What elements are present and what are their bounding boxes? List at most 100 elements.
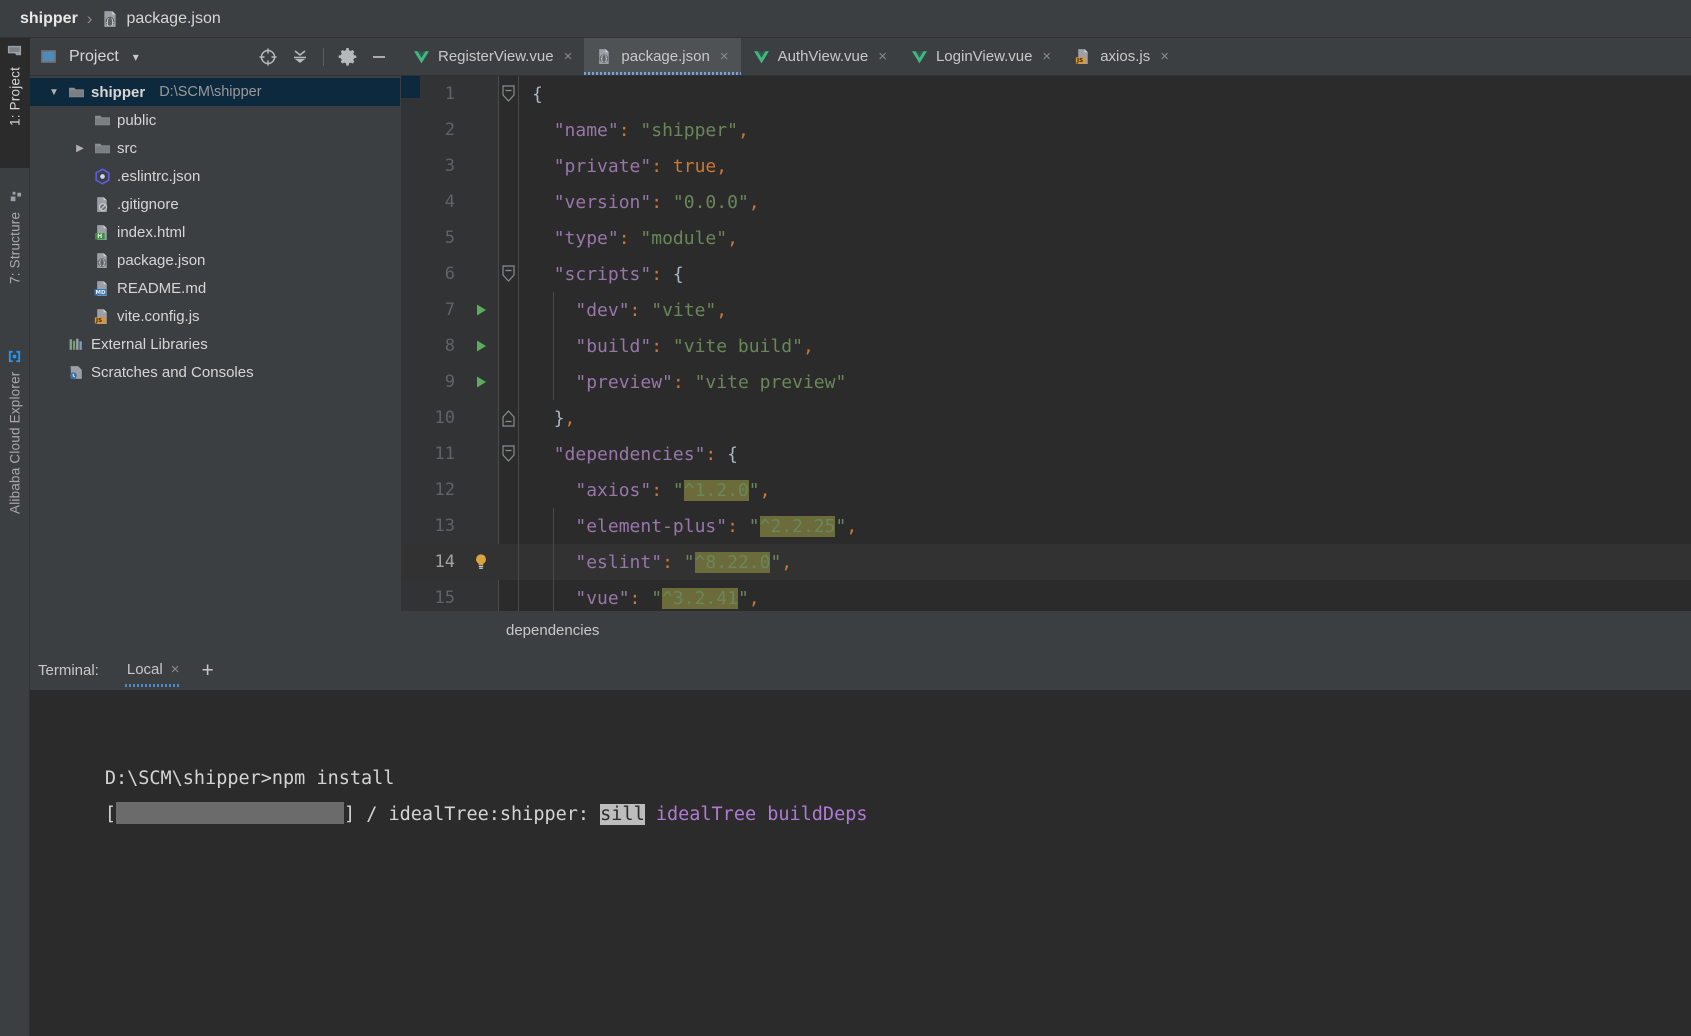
svg-text:MD: MD xyxy=(95,290,105,296)
chevron-down-icon[interactable]: ▾ xyxy=(133,50,139,64)
project-tool-window: Project ▾ ▼ shipper D:\SCM\shipper public ▶ s… xyxy=(30,38,400,650)
code-line: 9 "preview": "vite preview" xyxy=(401,364,1691,400)
project-view-icon xyxy=(40,48,57,65)
code-token: ^8.22.0 xyxy=(694,551,771,573)
tree-item-eslintrc-json[interactable]: .eslintrc.json xyxy=(30,162,400,190)
close-icon[interactable]: × xyxy=(564,48,573,65)
code-line: 1{ xyxy=(401,76,1691,112)
html-file-icon: H xyxy=(94,224,111,241)
crosshair-icon[interactable] xyxy=(255,44,281,70)
minus-icon[interactable] xyxy=(366,44,392,70)
close-icon[interactable]: × xyxy=(1160,48,1169,65)
add-terminal-button[interactable]: + xyxy=(193,660,221,681)
code-token: " xyxy=(651,587,663,609)
code-token: : xyxy=(651,479,663,501)
terminal-output[interactable]: D:\SCM\shipper>npm install [] / idealTre… xyxy=(30,690,1691,1036)
fold-collapse-icon[interactable] xyxy=(501,265,516,283)
code-token: "vue" xyxy=(575,587,630,609)
js-file-icon: JS xyxy=(1075,48,1092,65)
code-text: "scripts": { xyxy=(518,264,684,285)
run-script-icon[interactable] xyxy=(473,302,489,318)
chevron-right-icon[interactable]: ▶ xyxy=(72,143,88,154)
breadcrumb-project-label: shipper xyxy=(20,9,78,27)
code-token: " xyxy=(737,587,749,609)
editor-tab-authview-vue[interactable]: AuthView.vue × xyxy=(741,38,899,75)
fold-collapse-icon[interactable] xyxy=(501,445,516,463)
json-file-icon: {} xyxy=(94,252,111,269)
svg-text:{}: {} xyxy=(106,17,115,26)
close-icon[interactable]: × xyxy=(171,661,180,678)
code-token: , xyxy=(737,119,749,141)
code-line: 12 "axios": "^1.2.0", xyxy=(401,472,1691,508)
project-file-tree[interactable]: ▼ shipper D:\SCM\shipper public ▶ src .eslintr… xyxy=(30,76,400,650)
fold-collapse-icon[interactable] xyxy=(501,85,516,103)
project-panel-title: Project xyxy=(69,47,119,65)
code-text: }, xyxy=(518,408,576,429)
sidebar-item-project[interactable]: 1: Project xyxy=(0,38,30,168)
svg-text:JS: JS xyxy=(95,318,102,324)
run-script-icon[interactable] xyxy=(473,338,489,354)
close-icon[interactable]: × xyxy=(720,48,729,65)
code-token: "vite build" xyxy=(672,335,803,357)
tree-item-label: README.md xyxy=(117,279,207,297)
bulb-icon[interactable] xyxy=(472,553,490,571)
code-token: ^2.2.25 xyxy=(759,515,836,537)
code-token: "private" xyxy=(553,155,652,177)
code-text: "type": "module", xyxy=(518,228,738,249)
gutter-marker xyxy=(463,338,498,354)
tree-item-readme-md[interactable]: MD README.md xyxy=(30,274,400,302)
code-line: 10 }, xyxy=(401,400,1691,436)
code-text: "build": "vite build", xyxy=(518,335,813,357)
code-token: "dev" xyxy=(575,299,630,321)
editor-tab-loginview-vue[interactable]: LoginView.vue × xyxy=(899,38,1063,75)
terminal-progress-prefix: [ xyxy=(104,804,116,825)
chevron-down-icon[interactable]: ▼ xyxy=(46,87,62,98)
sidebar-item-alibaba-cloud-explorer[interactable]: Alibaba Cloud Explorer xyxy=(0,343,30,558)
editor-tab-package-json[interactable]: {} package.json × xyxy=(584,38,741,75)
gear-icon[interactable] xyxy=(334,44,360,70)
code-token: "preview" xyxy=(575,371,673,393)
breadcrumb-project[interactable]: shipper xyxy=(20,10,78,28)
editor-tab-registerview-vue[interactable]: RegisterView.vue × xyxy=(401,38,584,75)
code-token: { xyxy=(672,263,684,285)
code-token: : xyxy=(618,227,630,249)
terminal-tab-local[interactable]: Local × xyxy=(117,652,190,688)
tree-item-scratches-and-consoles[interactable]: Scratches and Consoles xyxy=(30,358,400,386)
code-text: "element-plus": "^2.2.25", xyxy=(518,515,857,537)
tree-item-shipper[interactable]: ▼ shipper D:\SCM\shipper xyxy=(30,78,400,106)
run-script-icon[interactable] xyxy=(473,374,489,390)
editor-tab-label: LoginView.vue xyxy=(935,48,1033,65)
tree-item-vite-config-js[interactable]: JS vite.config.js xyxy=(30,302,400,330)
tree-item-gitignore[interactable]: .gitignore xyxy=(30,190,400,218)
code-text: "eslint": "^8.22.0", xyxy=(518,551,792,573)
line-number: 5 xyxy=(444,228,455,248)
code-token: : xyxy=(651,335,663,357)
code-token: "shipper" xyxy=(640,119,738,141)
editor-structure-breadcrumb[interactable]: dependencies xyxy=(401,611,1691,650)
line-number: 3 xyxy=(444,156,455,176)
tree-item-package-json[interactable]: {} package.json xyxy=(30,246,400,274)
tree-item-public[interactable]: public xyxy=(30,106,400,134)
tree-item-label: public xyxy=(117,111,157,129)
sidebar-item-structure[interactable]: 7: Structure xyxy=(0,183,30,333)
fold-expand-icon[interactable] xyxy=(501,409,516,427)
markdown-file-icon: MD xyxy=(94,280,111,297)
code-text: "preview": "vite preview" xyxy=(518,372,846,393)
tree-item-external-libraries[interactable]: External Libraries xyxy=(30,330,400,358)
close-icon[interactable]: × xyxy=(878,48,887,65)
editor-tab-axios-js[interactable]: JS axios.js × xyxy=(1063,38,1181,75)
code-editor[interactable]: 1{2 "name": "shipper", 3 "private": true,… xyxy=(401,76,1691,611)
tree-item-src[interactable]: ▶ src xyxy=(30,134,400,162)
collapse-all-icon[interactable] xyxy=(287,44,313,70)
tree-item-index-html[interactable]: Hindex.html xyxy=(30,218,400,246)
vue-file-icon xyxy=(413,48,430,65)
close-icon[interactable]: × xyxy=(1042,48,1051,65)
code-text: "vue": "^3.2.41", xyxy=(518,587,760,609)
breadcrumb-file[interactable]: {} package.json xyxy=(101,10,221,28)
indent-guide xyxy=(518,76,519,611)
